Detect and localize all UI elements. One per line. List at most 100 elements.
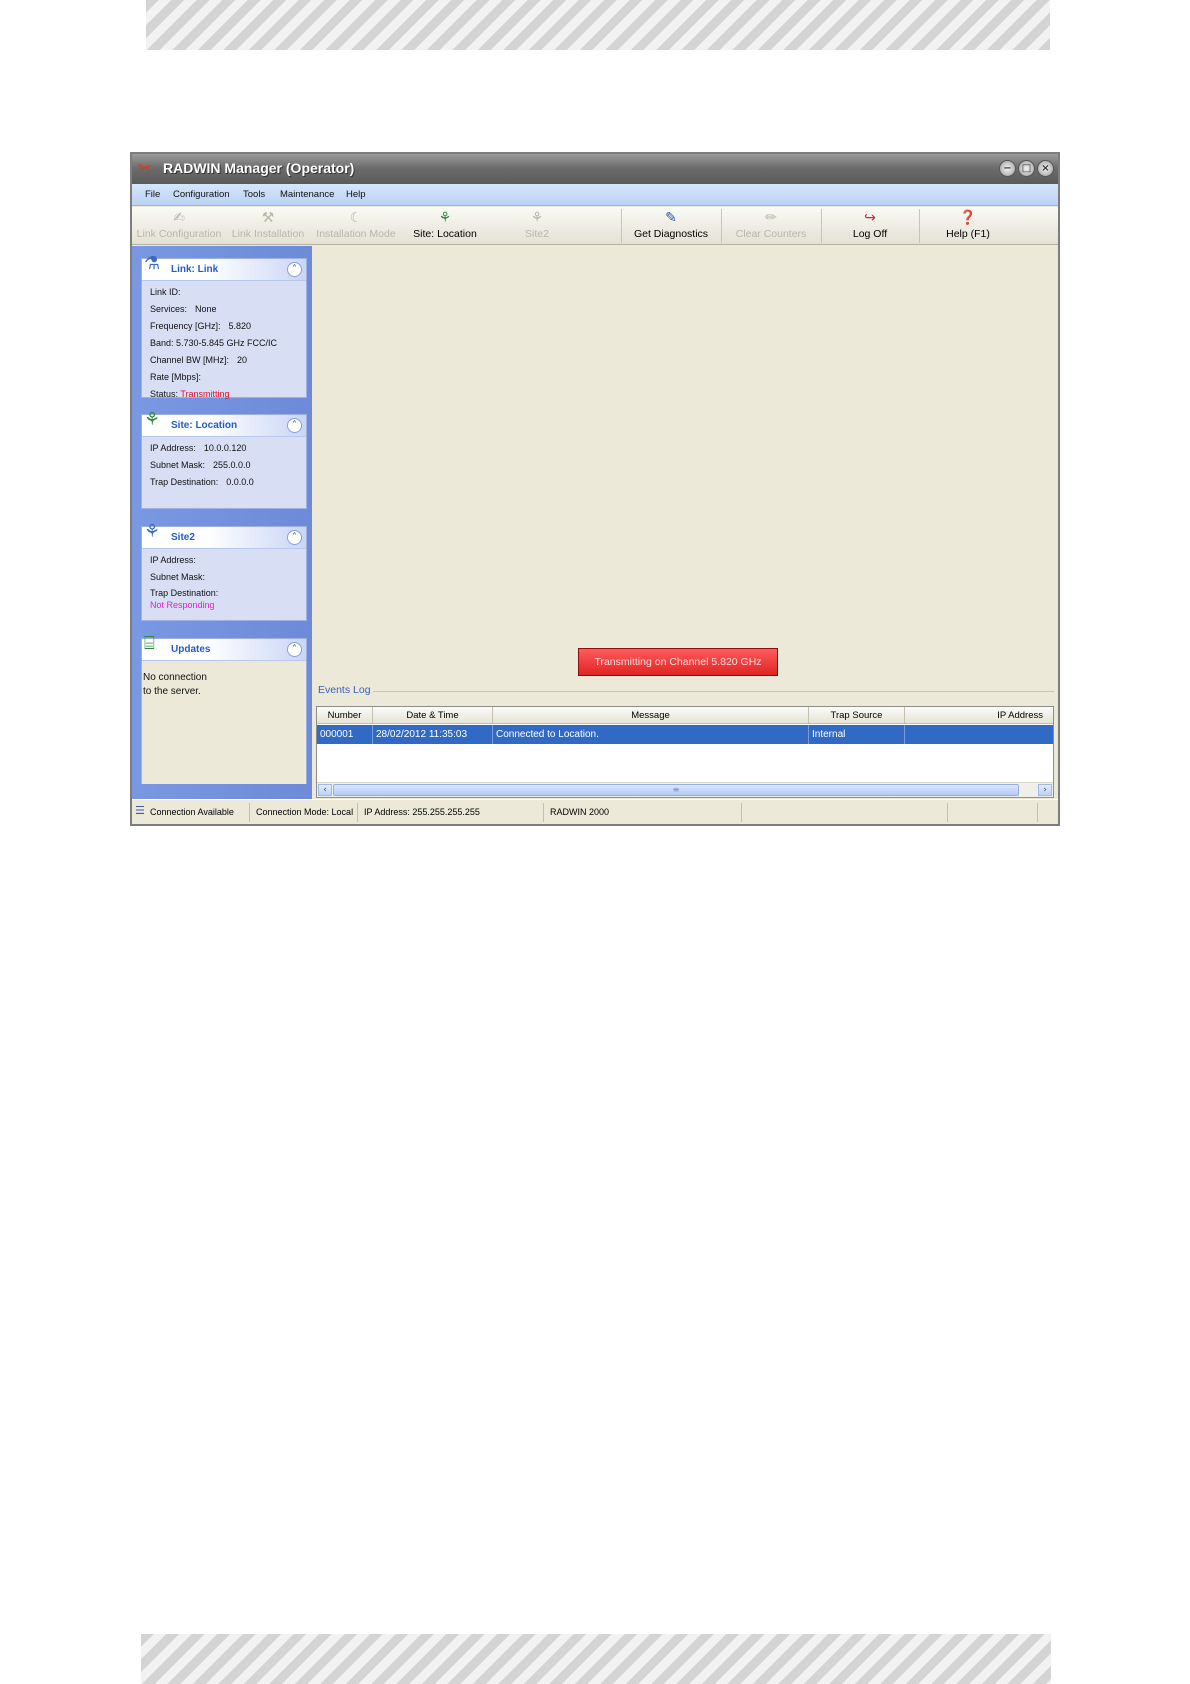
help-icon: ❓ <box>959 210 977 226</box>
cell-trap-source: Internal <box>809 725 905 744</box>
sidebar: ⚗ Link: Link ˄ Link ID: Services: None Fr… <box>132 246 312 799</box>
collapse-icon[interactable]: ˄ <box>287 418 302 433</box>
site2-ip-row: IP Address: <box>150 555 196 565</box>
site2-panel-header[interactable]: ⚘ Site2 ˄ <box>142 521 306 549</box>
site2-subnet-row: Subnet Mask: <box>150 572 206 582</box>
scroll-right-icon[interactable]: › <box>1038 784 1052 796</box>
cell-message: Connected to Location. <box>493 725 809 744</box>
updates-panel-title: Updates <box>171 644 211 655</box>
horizontal-scrollbar[interactable]: ‹ ≡ › <box>317 782 1053 797</box>
column-date-time[interactable]: Date & Time <box>373 707 493 724</box>
connection-status: Connection Available <box>144 803 250 822</box>
menu-tools[interactable]: Tools <box>243 189 265 200</box>
toolbar-separator <box>919 209 920 243</box>
events-log-title: Events Log <box>316 684 373 696</box>
site2-icon: ⚘ <box>530 210 544 226</box>
close-button[interactable]: × <box>1037 160 1054 177</box>
eraser-icon: ✏ <box>765 210 777 226</box>
site2-tower-icon: ⚘ <box>144 521 161 542</box>
column-message[interactable]: Message <box>493 707 809 724</box>
link-id-row: Link ID: <box>150 287 181 297</box>
site2-status: Not Responding <box>150 600 215 610</box>
scrollbar-thumb[interactable]: ≡ <box>333 784 1019 796</box>
cell-ip-address <box>905 725 1053 744</box>
clear-counters-button[interactable]: ✏ Clear Counters <box>724 207 818 245</box>
site-trap-row: Trap Destination: 0.0.0.0 <box>150 477 254 487</box>
status-empty-cell <box>948 803 1038 822</box>
column-trap-source[interactable]: Trap Source <box>809 707 905 724</box>
site2-panel: ⚘ Site2 ˄ IP Address: Subnet Mask: Trap … <box>141 521 307 621</box>
main-area: Transmitting on Channel 5.820 GHz Events… <box>312 246 1058 799</box>
window-title: RADWIN Manager (Operator) <box>163 160 355 176</box>
status-empty-cell <box>742 803 948 822</box>
link-panel-header[interactable]: ⚗ Link: Link ˄ <box>142 253 306 281</box>
radwin-logo-icon: ✂ <box>138 159 153 179</box>
installation-mode-button[interactable]: ☾ Installation Mode <box>312 207 400 245</box>
help-button[interactable]: ❓ Help (F1) <box>922 207 1014 245</box>
link-installation-button[interactable]: ⚒ Link Installation <box>228 207 308 245</box>
status-ip-address: IP Address: 255.255.255.255 <box>358 803 544 822</box>
collapse-icon[interactable]: ˄ <box>287 642 302 657</box>
link-status-row: Status: Transmitting <box>150 389 230 399</box>
rate-row: Rate [Mbps]: <box>150 372 202 382</box>
band-row: Band: 5.730-5.845 GHz FCC/IC <box>150 338 278 348</box>
scroll-left-icon[interactable]: ‹ <box>318 784 332 796</box>
menu-file[interactable]: File <box>145 189 160 200</box>
link-tower-icon: ⚗ <box>144 253 161 274</box>
link-configuration-button[interactable]: ✍ Link Configuration <box>134 207 224 245</box>
connection-mode: Connection Mode: Local <box>250 803 358 822</box>
events-log-table: Number Date & Time Message Trap Source I… <box>316 706 1054 798</box>
status-bar: ☰ Connection Available Connection Mode: … <box>132 799 1058 824</box>
get-diagnostics-button[interactable]: ✎ Get Diagnostics <box>624 207 718 245</box>
product-name: RADWIN 2000 <box>544 803 742 822</box>
page-header-hatch <box>146 0 1050 50</box>
diagnostics-icon: ✎ <box>665 210 677 226</box>
site2-trap-row: Trap Destination: <box>150 588 219 598</box>
site-location-panel-header[interactable]: ⚘ Site: Location ˄ <box>142 409 306 437</box>
page-footer-hatch <box>141 1634 1051 1684</box>
site-tower-icon: ⚘ <box>144 409 161 430</box>
log-off-icon: ↪ <box>864 210 876 226</box>
site2-button[interactable]: ⚘ Site2 <box>507 207 567 245</box>
site-icon: ⚘ <box>438 210 452 226</box>
collapse-icon[interactable]: ˄ <box>287 530 302 545</box>
transmitting-banner: Transmitting on Channel 5.820 GHz <box>578 648 778 676</box>
table-header: Number Date & Time Message Trap Source I… <box>317 707 1053 724</box>
site-location-panel-title: Site: Location <box>171 420 238 431</box>
cell-number: 000001 <box>317 725 373 744</box>
updates-panel-header[interactable]: ⌸ Updates ˄ <box>142 633 306 661</box>
frequency-row: Frequency [GHz]: 5.820 <box>150 321 252 331</box>
title-bar[interactable]: ✂ RADWIN Manager (Operator) − □ × <box>132 154 1058 184</box>
link-panel-title: Link: Link <box>171 264 219 275</box>
menu-maintenance[interactable]: Maintenance <box>280 189 334 200</box>
updates-message-line1: No connection <box>143 672 207 683</box>
channel-bw-row: Channel BW [MHz]: 20 <box>150 355 248 365</box>
link-config-icon: ✍ <box>173 210 185 226</box>
site-location-button[interactable]: ⚘ Site: Location <box>404 207 486 245</box>
site-ip-row: IP Address: 10.0.0.120 <box>150 443 247 453</box>
column-ip-address[interactable]: IP Address <box>905 707 1053 724</box>
table-row[interactable]: 000001 28/02/2012 11:35:03 Connected to … <box>317 725 1053 744</box>
toolbar: ✍ Link Configuration ⚒ Link Installation… <box>132 207 1058 245</box>
site2-panel-title: Site2 <box>171 532 195 543</box>
menu-configuration[interactable]: Configuration <box>173 189 230 200</box>
installation-mode-icon: ☾ <box>349 210 363 226</box>
column-number[interactable]: Number <box>317 707 373 724</box>
site-subnet-row: Subnet Mask: 255.0.0.0 <box>150 460 251 470</box>
menu-bar: File Configuration Tools Maintenance Hel… <box>132 184 1058 206</box>
document-icon: ⌸ <box>144 633 155 654</box>
site-location-panel: ⚘ Site: Location ˄ IP Address: 10.0.0.120… <box>141 409 307 509</box>
services-row: Services: None <box>150 304 217 314</box>
updates-panel: ⌸ Updates ˄ No connection to the server. <box>141 633 307 784</box>
log-off-button[interactable]: ↪ Log Off <box>824 207 916 245</box>
toolbar-separator <box>821 209 822 243</box>
collapse-icon[interactable]: ˄ <box>287 262 302 277</box>
link-panel: ⚗ Link: Link ˄ Link ID: Services: None Fr… <box>141 253 307 399</box>
link-install-icon: ⚒ <box>261 210 275 226</box>
toolbar-separator <box>721 209 722 243</box>
updates-message-line2: to the server. <box>143 686 201 697</box>
minimize-button[interactable]: − <box>999 160 1016 177</box>
link-status-value: Transmitting <box>180 389 230 399</box>
menu-help[interactable]: Help <box>346 189 366 200</box>
maximize-button[interactable]: □ <box>1018 160 1035 177</box>
